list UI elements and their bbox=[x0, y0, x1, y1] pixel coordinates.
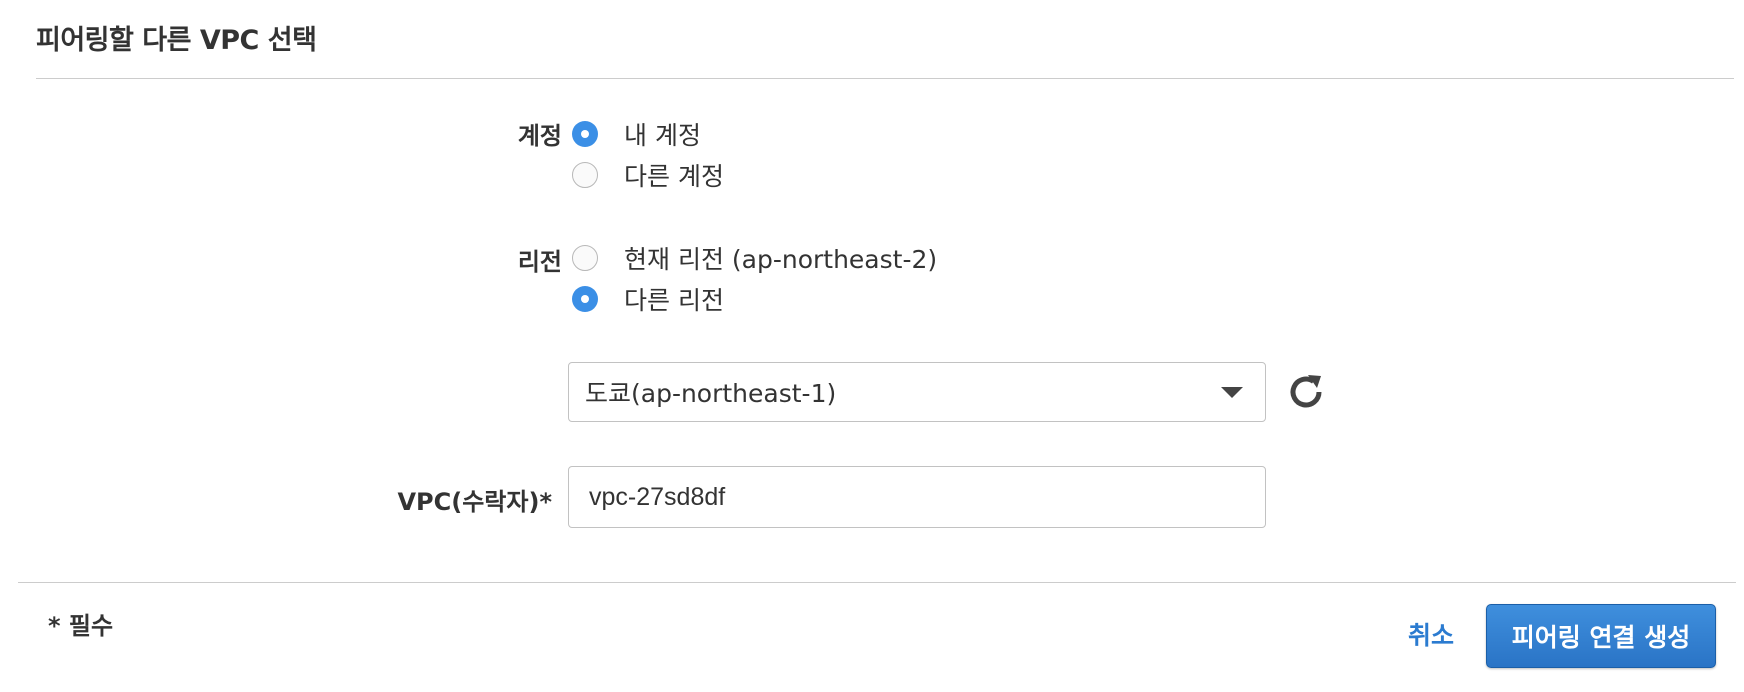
create-peering-connection-button[interactable]: 피어링 연결 생성 bbox=[1486, 604, 1716, 668]
region-select-value: 도쿄(ap-northeast-1) bbox=[585, 379, 837, 408]
caret-down-icon bbox=[1221, 387, 1243, 398]
vpc-accepter-input[interactable] bbox=[568, 466, 1266, 528]
radio-label-my-account: 내 계정 bbox=[624, 121, 701, 150]
radio-button[interactable] bbox=[572, 162, 598, 188]
radio-button-checked[interactable] bbox=[572, 286, 598, 312]
section-title: 피어링할 다른 VPC 선택 bbox=[36, 25, 317, 56]
header-divider bbox=[36, 78, 1734, 79]
refresh-icon-svg bbox=[1290, 375, 1322, 408]
required-note: * 필수 bbox=[48, 612, 114, 640]
region-label: 리전 bbox=[517, 248, 562, 276]
radio-label-current-region: 현재 리전 (ap-northeast-2) bbox=[624, 245, 938, 274]
radio-label-other-account: 다른 계정 bbox=[624, 162, 724, 191]
vpc-accepter-label: VPC(수락자)* bbox=[397, 488, 552, 516]
cancel-link[interactable]: 취소 bbox=[1408, 616, 1454, 652]
radio-label-other-region: 다른 리전 bbox=[624, 286, 724, 315]
refresh-icon[interactable] bbox=[1286, 372, 1326, 412]
radio-my-account[interactable]: 내 계정 bbox=[572, 117, 701, 151]
account-label: 계정 bbox=[517, 122, 562, 150]
radio-other-account[interactable]: 다른 계정 bbox=[572, 158, 724, 192]
region-select[interactable]: 도쿄(ap-northeast-1) bbox=[568, 362, 1266, 422]
radio-button-checked[interactable] bbox=[572, 121, 598, 147]
radio-current-region[interactable]: 현재 리전 (ap-northeast-2) bbox=[572, 241, 937, 275]
footer-divider bbox=[18, 582, 1736, 583]
radio-other-region[interactable]: 다른 리전 bbox=[572, 282, 724, 316]
radio-button[interactable] bbox=[572, 245, 598, 271]
